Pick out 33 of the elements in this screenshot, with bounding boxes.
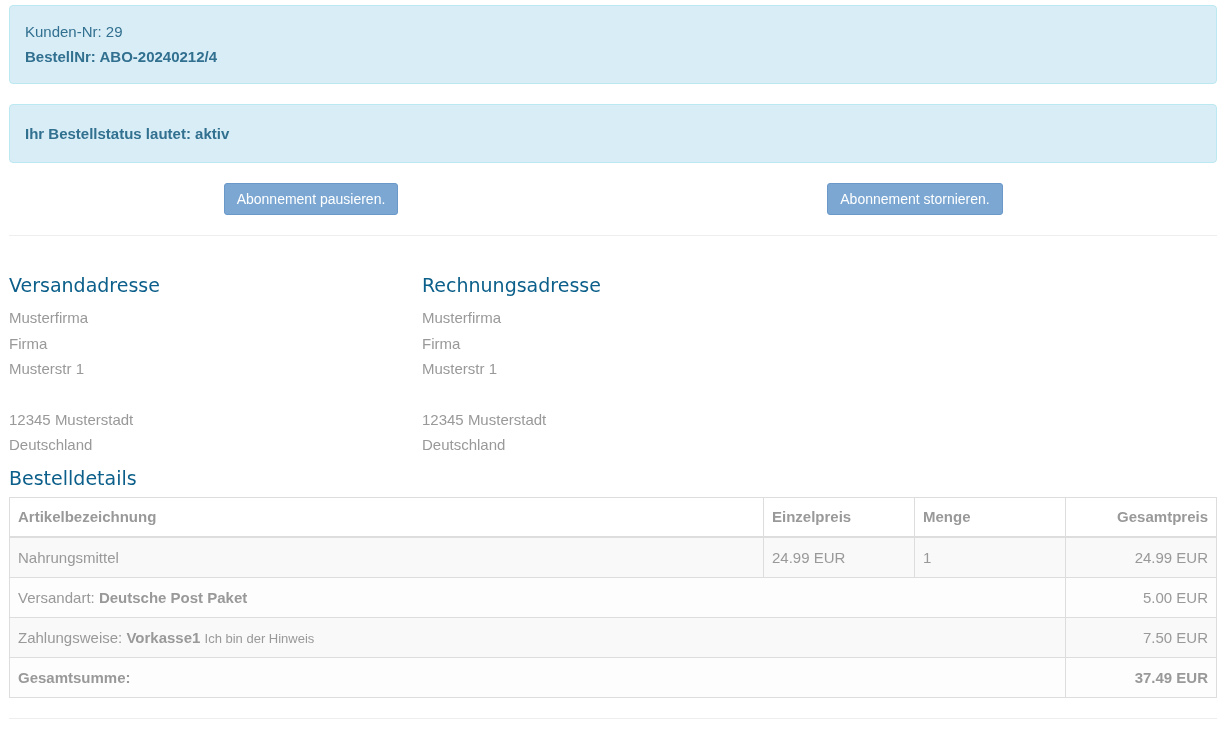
subscription-button[interactable]: Abonnement pausieren. <box>223 183 399 215</box>
table-cell: 1 <box>914 536 1066 578</box>
column-header: Artikelbezeichnung <box>9 497 764 537</box>
section-heading: Bestelldetails <box>9 466 138 489</box>
address-heading: Versandadresse <box>9 274 161 296</box>
address-line: Musterfirma <box>9 308 89 328</box>
column-header: Einzelpreis <box>763 497 915 537</box>
table-cell: 5.00 EUR <box>1065 577 1217 618</box>
order-number: BestellNr: ABO-20240212/4 <box>25 48 219 65</box>
table-cell: 24.99 EUR <box>1065 536 1217 578</box>
column-header: Menge <box>914 497 1066 537</box>
address-line: Firma <box>422 333 461 354</box>
address-line: Deutschland <box>422 435 506 456</box>
address-line: 12345 Musterstadt <box>422 409 547 430</box>
table-cell: Nahrungsmittel <box>9 536 764 578</box>
address-line: Deutschland <box>9 435 93 456</box>
customer-number: Kunden-Nr: 29 <box>25 23 124 40</box>
table-cell: 37.49 EUR <box>1065 657 1217 698</box>
summary-label: Versandart: Deutsche Post Paket <box>18 588 248 606</box>
address-line: Firma <box>9 333 48 354</box>
table-cell: 7.50 EUR <box>1065 617 1217 658</box>
status-message: Ihr Bestellstatus lautet: aktiv <box>25 125 231 142</box>
address-line: Musterstr 1 <box>9 359 84 380</box>
summary-label: Zahlungsweise: Vorkasse1 <box>18 628 201 646</box>
payment-note: Ich bin der Hinweis <box>204 630 315 646</box>
subscription-button[interactable]: Abonnement stornieren. <box>827 183 1003 215</box>
address-heading: Rechnungsadresse <box>422 274 602 296</box>
address-line: Musterstr 1 <box>422 359 497 380</box>
summary-label: Gesamtsumme: <box>18 668 131 686</box>
address-line: Musterfirma <box>422 308 502 328</box>
table-cell: 24.99 EUR <box>763 536 915 578</box>
column-header: Gesamtpreis <box>1065 497 1217 537</box>
address-line: 12345 Musterstadt <box>9 409 134 430</box>
